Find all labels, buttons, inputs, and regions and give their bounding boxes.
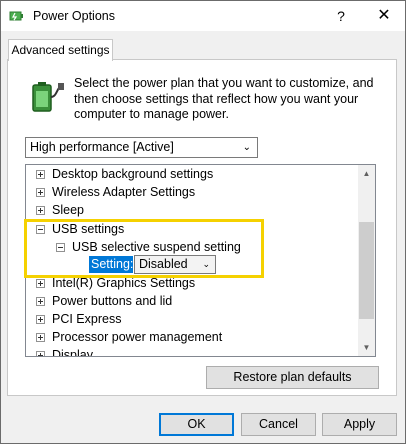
chevron-down-icon: ⌄ xyxy=(202,259,210,269)
expand-plus-icon[interactable] xyxy=(36,297,45,306)
tree-item-sleep[interactable]: Sleep xyxy=(36,201,84,219)
apply-button[interactable]: Apply xyxy=(322,413,397,436)
tree-item-label: Desktop background settings xyxy=(52,167,214,181)
expand-plus-icon[interactable] xyxy=(36,188,45,197)
tree-item-pci-express[interactable]: PCI Express xyxy=(36,310,121,328)
expand-plus-icon[interactable] xyxy=(36,351,45,356)
tree-item-label: PCI Express xyxy=(52,312,122,326)
power-plan-dropdown[interactable]: High performance [Active] ⌄ xyxy=(25,137,258,158)
tree-item-power-buttons[interactable]: Power buttons and lid xyxy=(36,292,172,310)
tree-item-label: Wireless Adapter Settings xyxy=(52,185,196,199)
tree-item-usb-selective-suspend[interactable]: USB selective suspend setting xyxy=(56,238,241,256)
setting-value-dropdown[interactable]: Disabled ⌄ xyxy=(134,255,216,274)
tree-item-label: USB selective suspend setting xyxy=(72,240,241,254)
tree-item-usb-settings[interactable]: USB settings xyxy=(36,220,124,238)
scrollbar-thumb[interactable] xyxy=(359,222,374,319)
scroll-up-arrow-icon[interactable]: ▲ xyxy=(358,165,375,182)
expand-plus-icon[interactable] xyxy=(36,170,45,179)
setting-value: Disabled xyxy=(139,257,188,271)
tree-item-label: Intel(R) Graphics Settings xyxy=(52,276,196,290)
power-plan-value: High performance [Active] xyxy=(30,140,174,154)
close-button[interactable]: ✕ xyxy=(363,1,405,31)
power-options-icon xyxy=(9,11,23,21)
tab-advanced-settings[interactable]: Advanced settings xyxy=(8,39,113,61)
battery-plug-icon xyxy=(32,82,64,112)
tree-item-label: Processor power management xyxy=(52,330,223,344)
tree-item-display[interactable]: Display xyxy=(36,346,93,357)
tree-item-wireless-adapter[interactable]: Wireless Adapter Settings xyxy=(36,183,195,201)
ok-button[interactable]: OK xyxy=(159,413,234,436)
expand-plus-icon[interactable] xyxy=(36,315,45,324)
collapse-minus-icon[interactable] xyxy=(36,225,45,234)
scroll-down-arrow-icon[interactable]: ▼ xyxy=(358,339,375,356)
tree-item-label: Sleep xyxy=(52,203,84,217)
tree-item-desktop-background[interactable]: Desktop background settings xyxy=(36,165,213,183)
expand-plus-icon[interactable] xyxy=(36,206,45,215)
setting-label: Setting: xyxy=(89,256,134,273)
tree-item-intel-graphics[interactable]: Intel(R) Graphics Settings xyxy=(36,274,195,292)
description-text: Select the power plan that you want to c… xyxy=(74,76,374,121)
tree-item-processor-power[interactable]: Processor power management xyxy=(36,328,222,346)
collapse-minus-icon[interactable] xyxy=(56,243,65,252)
help-button[interactable]: ? xyxy=(323,1,359,31)
tree-item-label: Power buttons and lid xyxy=(52,294,173,308)
restore-plan-defaults-button[interactable]: Restore plan defaults xyxy=(206,366,379,389)
window-title: Power Options xyxy=(33,9,115,23)
tree-scrollbar[interactable]: ▲ ▼ xyxy=(358,165,375,356)
expand-plus-icon[interactable] xyxy=(36,279,45,288)
chevron-down-icon: ⌄ xyxy=(242,142,251,153)
expand-plus-icon[interactable] xyxy=(36,333,45,342)
cancel-button[interactable]: Cancel xyxy=(241,413,316,436)
title-bar[interactable]: Power Options ? ✕ xyxy=(1,1,405,31)
tree-item-label: Display xyxy=(52,348,93,357)
tree-item-label: USB settings xyxy=(52,222,125,236)
